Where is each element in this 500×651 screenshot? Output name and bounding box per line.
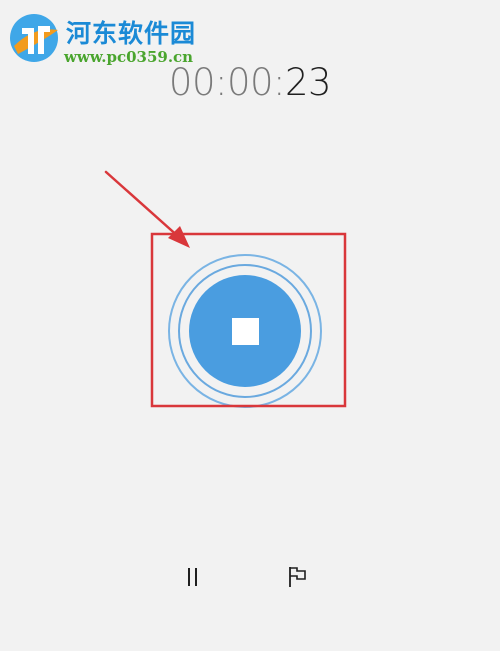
pause-button[interactable] [178, 562, 208, 592]
watermark-title: 河东软件园 [66, 19, 197, 48]
timer-seconds: 23 [285, 61, 332, 104]
timer-elapsed-prefix: 00:00: [168, 61, 286, 104]
annotation-arrow-icon [104, 170, 190, 248]
recording-timer: 00:00:23 [0, 58, 500, 108]
flag-icon [289, 567, 306, 587]
add-marker-button[interactable] [283, 562, 313, 592]
pause-icon [188, 568, 197, 586]
stop-icon [231, 317, 259, 345]
record-control [168, 254, 322, 408]
stop-recording-button[interactable] [189, 275, 301, 387]
